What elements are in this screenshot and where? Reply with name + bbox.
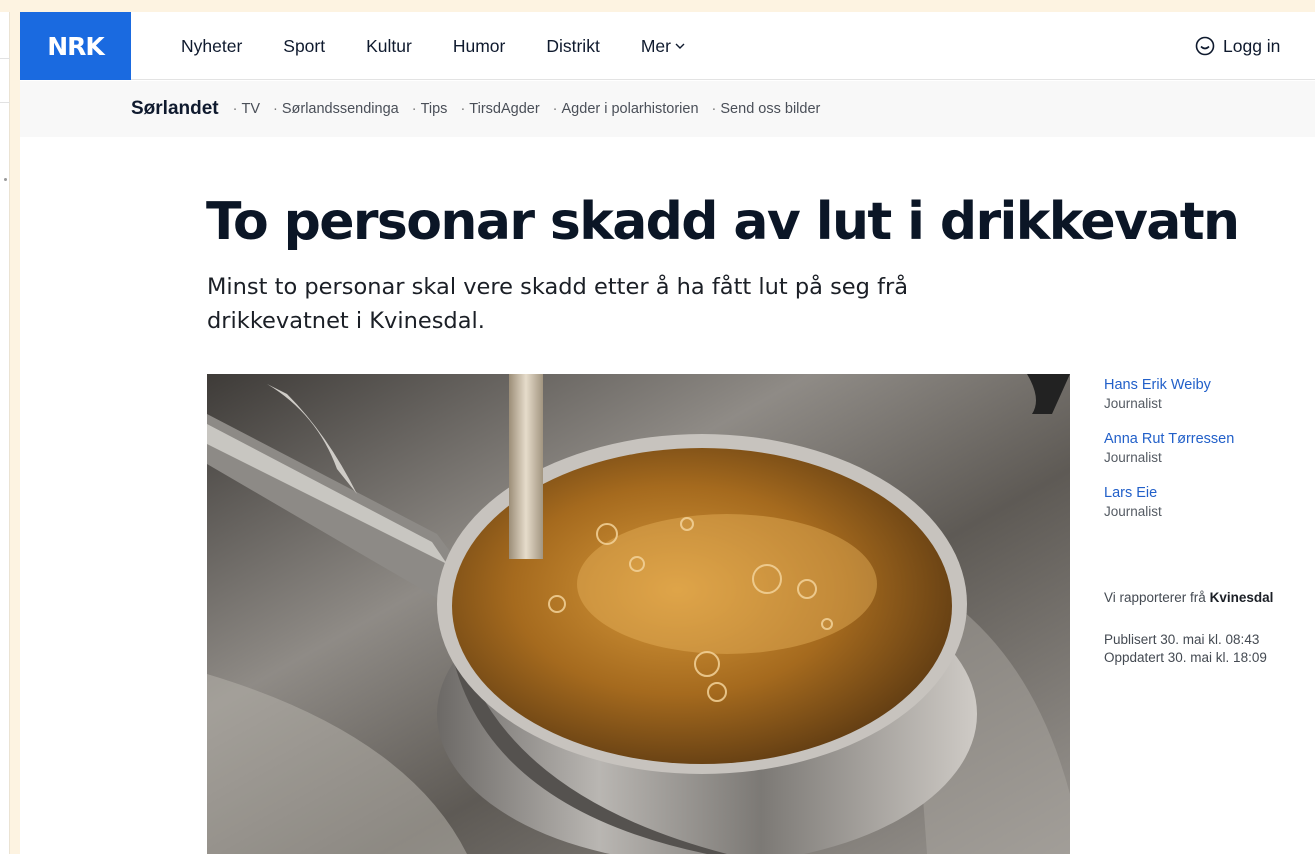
login-button[interactable]: Logg in <box>1195 12 1280 80</box>
subnav-link-polarhistorien[interactable]: · Agder i polarhistorien <box>553 101 699 117</box>
nrk-article-page: NRK Nyheter Sport Kultur Humor Distrikt … <box>20 12 1315 854</box>
divider <box>0 58 10 59</box>
subnav-link-tips[interactable]: · Tips <box>412 101 448 117</box>
top-navigation: NRK Nyheter Sport Kultur Humor Distrikt … <box>20 12 1315 80</box>
reporting-prefix: Vi rapporterer frå <box>1104 590 1206 605</box>
author-link[interactable]: Anna Rut Tørressen <box>1104 430 1304 449</box>
author-link[interactable]: Lars Eie <box>1104 484 1304 503</box>
article-headline: To personar skadd av lut i drikkevatn <box>206 192 1240 252</box>
region-subnav: Sørlandet · TV · Sørlandssendinga · Tips · T… <box>20 81 1315 137</box>
subnav-link-sorlandssendinga[interactable]: · Sørlandssendinga <box>273 101 399 117</box>
subnav-link-label: Send oss bilder <box>720 101 821 117</box>
subnav-link-tirsdagder[interactable]: · TirsdAgder <box>460 101 539 117</box>
nav-more-label: Mer <box>640 35 671 56</box>
article-photo[interactable] <box>207 374 1070 854</box>
water-pot-photo-icon <box>207 374 1070 854</box>
adjacent-window-edge <box>0 12 10 854</box>
subnav-link-label: TirsdAgder <box>469 101 540 117</box>
author-role: Journalist <box>1104 396 1162 411</box>
published-date: Publisert 30. mai kl. 08:43 <box>1104 632 1260 647</box>
reporting-location: Vi rapporterer frå Kvinesdal <box>1104 590 1273 605</box>
subnav-link-label: TV <box>241 101 260 117</box>
subnav-link-label: Sørlandssendinga <box>281 101 399 117</box>
nav-item-distrikt[interactable]: Distrikt <box>546 36 599 57</box>
nav-item-sport[interactable]: Sport <box>283 36 325 57</box>
region-title[interactable]: Sørlandet <box>131 98 219 120</box>
chevron-down-icon <box>675 43 685 49</box>
author-link[interactable]: Hans Erik Weiby <box>1104 376 1304 395</box>
subnav-link-label: Tips <box>420 101 448 117</box>
nav-more-button[interactable]: Mer <box>641 36 685 57</box>
nav-item-kultur[interactable]: Kultur <box>366 36 412 57</box>
author-entry: Lars Eie Journalist <box>1104 484 1304 521</box>
byline: Hans Erik Weiby Journalist Anna Rut Tørr… <box>1104 376 1304 538</box>
subnav-link-tv[interactable]: · TV <box>233 101 260 117</box>
author-entry: Hans Erik Weiby Journalist <box>1104 376 1304 413</box>
author-role: Journalist <box>1104 504 1162 519</box>
subnav-link-label: Agder i polarhistorien <box>561 101 699 117</box>
main-menu: Nyheter Sport Kultur Humor Distrikt Mer <box>181 12 726 80</box>
subnav-link-send-bilder[interactable]: · Send oss bilder <box>712 101 821 117</box>
nav-item-nyheter[interactable]: Nyheter <box>181 36 242 57</box>
browser-backdrop: NRK Nyheter Sport Kultur Humor Distrikt … <box>0 0 1315 854</box>
login-label: Logg in <box>1223 35 1281 56</box>
author-entry: Anna Rut Tørressen Journalist <box>1104 430 1304 467</box>
dot-icon <box>4 178 7 181</box>
author-role: Journalist <box>1104 450 1162 465</box>
user-circle-icon <box>1195 36 1215 56</box>
divider <box>0 102 10 103</box>
reporting-place: Kvinesdal <box>1209 590 1274 605</box>
nrk-logo[interactable]: NRK <box>20 12 131 80</box>
article-lead: Minst to personar skal vere skadd etter … <box>207 274 909 334</box>
nav-item-humor[interactable]: Humor <box>453 36 506 57</box>
updated-date: Oppdatert 30. mai kl. 18:09 <box>1104 650 1267 665</box>
article-dates: Publisert 30. mai kl. 08:43 Oppdatert 30… <box>1104 631 1267 667</box>
